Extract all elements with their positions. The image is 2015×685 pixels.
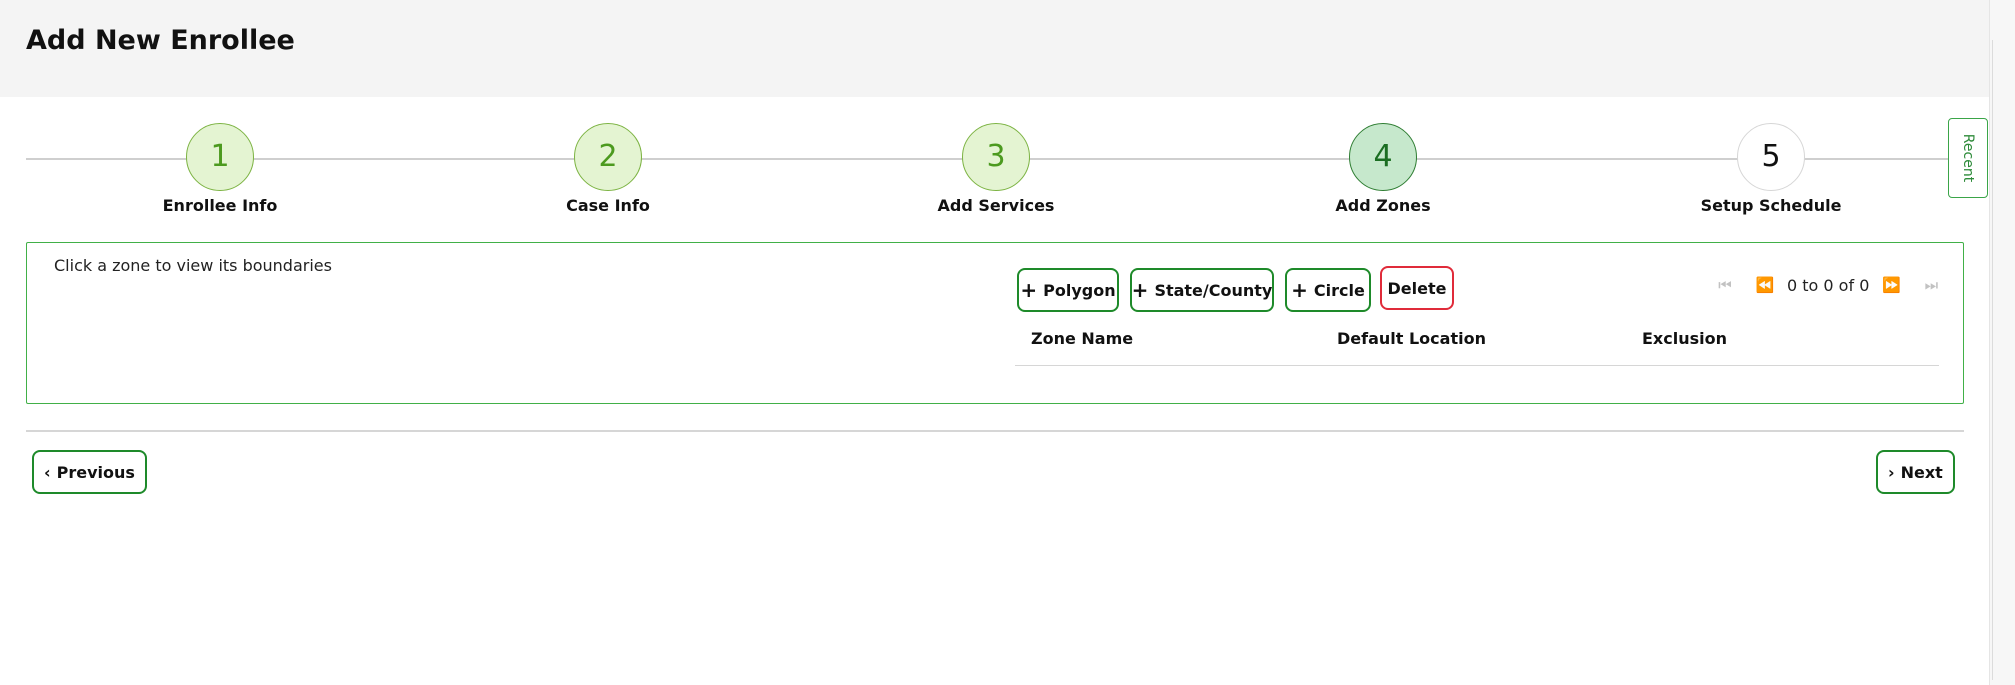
add-circle-label: Circle (1313, 280, 1365, 300)
step-label: Enrollee Info (162, 196, 278, 215)
add-polygon-label: Polygon (1043, 280, 1116, 300)
column-header-exclusion[interactable]: Exclusion (1642, 329, 1727, 348)
scrollbar[interactable] (1989, 0, 2015, 685)
step-setup-schedule[interactable]: 5 Setup Schedule (1671, 123, 1871, 215)
add-state-county-label: State/County (1154, 280, 1273, 300)
previous-button[interactable]: ‹ Previous (32, 450, 147, 494)
add-polygon-button[interactable]: + Polygon (1017, 268, 1119, 312)
recent-tab-label: Recent (1960, 133, 1977, 183)
column-header-zone-name[interactable]: Zone Name (1031, 329, 1133, 348)
step-number: 1 (186, 123, 254, 191)
step-label: Case Info (566, 196, 650, 215)
add-circle-button[interactable]: + Circle (1285, 268, 1371, 312)
first-page-icon[interactable]: ⏮ (1705, 276, 1745, 294)
zones-panel: Click a zone to view its boundaries + Po… (26, 242, 1964, 404)
next-page-icon[interactable]: ⏩ (1871, 276, 1911, 294)
step-add-zones[interactable]: 4 Add Zones (1283, 123, 1483, 215)
step-number: 5 (1737, 123, 1805, 191)
step-label: Add Services (937, 196, 1055, 215)
page: Add New Enrollee 1 Enrollee Info 2 Case … (0, 0, 1990, 685)
step-enrollee-info[interactable]: 1 Enrollee Info (120, 123, 320, 215)
column-header-default-location[interactable]: Default Location (1337, 329, 1486, 348)
pagination: ⏮ ⏪ 0 to 0 of 0 ⏩ ⏭ (1705, 273, 1951, 297)
add-state-county-button[interactable]: + State/County (1130, 268, 1274, 312)
previous-label: Previous (56, 462, 135, 482)
stepper: 1 Enrollee Info 2 Case Info 3 Add Servic… (26, 123, 1950, 223)
next-button[interactable]: › Next (1876, 450, 1955, 494)
step-label: Add Zones (1335, 196, 1431, 215)
recent-tab[interactable]: Recent (1948, 118, 1988, 198)
step-case-info[interactable]: 2 Case Info (508, 123, 708, 215)
delete-button[interactable]: Delete (1380, 266, 1454, 310)
divider (26, 430, 1964, 432)
plus-icon: + (1020, 278, 1038, 302)
step-number: 3 (962, 123, 1030, 191)
last-page-icon[interactable]: ⏭ (1911, 276, 1951, 294)
header-bar: Add New Enrollee (0, 0, 1990, 97)
next-label: Next (1900, 462, 1943, 482)
plus-icon: + (1291, 278, 1308, 302)
step-label: Setup Schedule (1700, 196, 1842, 215)
scrollbar-track (1992, 40, 1993, 680)
step-add-services[interactable]: 3 Add Services (896, 123, 1096, 215)
zone-hint-text: Click a zone to view its boundaries (54, 256, 332, 275)
chevron-left-icon: ‹ (44, 462, 51, 482)
pagination-summary: 0 to 0 of 0 (1787, 275, 1870, 295)
step-number: 2 (574, 123, 642, 191)
zones-table-header: Zone Name Default Location Exclusion (1015, 329, 1939, 366)
delete-label: Delete (1387, 278, 1447, 298)
chevron-right-icon: › (1888, 462, 1895, 482)
page-title: Add New Enrollee (26, 25, 295, 56)
step-number: 4 (1349, 123, 1417, 191)
previous-page-icon[interactable]: ⏪ (1745, 276, 1785, 294)
plus-icon: + (1131, 278, 1149, 302)
